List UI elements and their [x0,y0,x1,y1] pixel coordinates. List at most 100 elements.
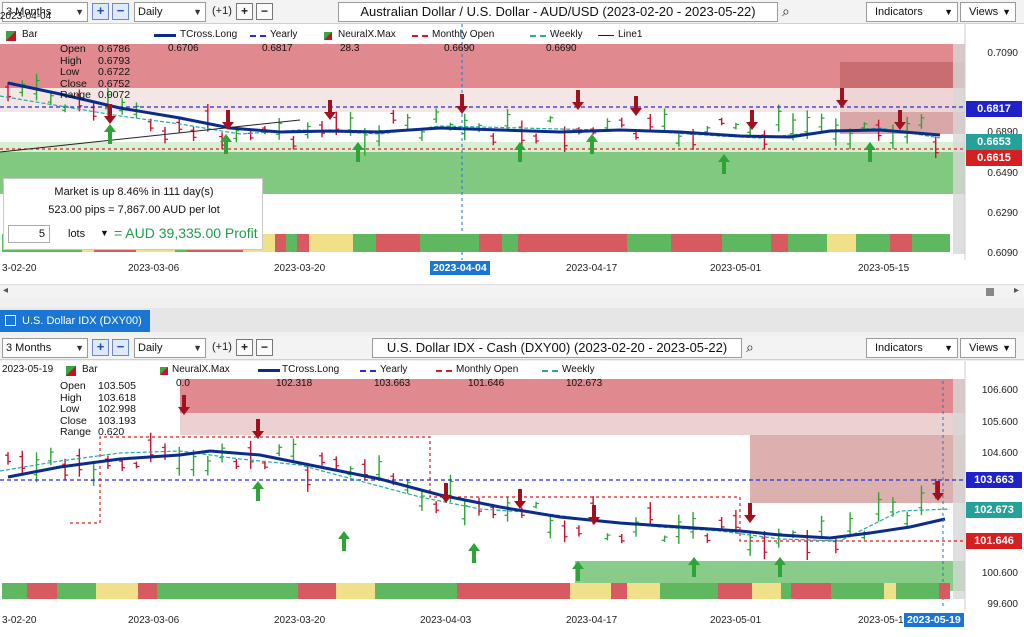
tcross-icon [154,34,176,37]
legend-tcross: TCross.Long [180,29,238,40]
chevron-down-icon: ▼ [75,343,84,353]
neuralx-segment [420,234,448,252]
resistance-zone-light [0,88,965,112]
weekly-icon [542,370,558,372]
date-tick: 2023-04-17 [566,615,618,626]
chart-icon [5,315,16,326]
range-value: 0.0072 [98,89,131,101]
top-toolbar: 3 Months ▼ + − Daily ▼ (+1) + − Australian… [0,0,1024,24]
lots-input[interactable]: 5 [8,225,50,243]
neuralx-segment [861,583,884,599]
bottom-add-button[interactable]: + [236,339,253,356]
neuralx-segment [286,234,297,252]
sell-signal-arrow [328,100,332,112]
bottom-period-select[interactable]: 3 Months ▼ [2,338,88,358]
date-tick: 2023-05-1 [858,615,904,626]
legend-weekly: Weekly [550,29,583,40]
bottom-remove-button[interactable]: − [256,339,273,356]
neuralx-segment [297,234,309,252]
buy-signal-arrow [356,150,360,162]
chevron-down-icon: ▼ [944,343,953,353]
top-add-button[interactable]: + [236,3,253,20]
bottom-views-label: Views [969,342,999,354]
chevron-down-icon: ▼ [1002,7,1011,17]
neuralx-segment [518,234,564,252]
price-tick: 0.7090 [987,48,1018,59]
top-zoom-in-button[interactable]: + [92,3,109,20]
neuralx-segment [548,583,570,599]
bottom-zoom-out-button[interactable]: − [112,339,129,356]
bottom-indicators-dropdown[interactable]: Indicators ▼ [866,338,958,358]
price-tick: 0.6090 [987,248,1018,259]
scroll-left-icon[interactable]: ◂ [3,285,8,296]
neuralx-segment [781,583,791,599]
profit-text: = AUD 39,335.00 Profit [114,225,258,241]
yearly-value: 0.6817 [262,43,293,54]
pips-text: 523.00 pips = 7,867.00 AUD per lot [48,204,220,216]
price-tick: 0.6290 [987,208,1018,219]
top-interval-select[interactable]: Daily ▼ [134,2,206,22]
tab-dxy[interactable]: U.S. Dollar IDX (DXY00) [0,310,150,332]
cursor-date-badge: 2023-04-04 [430,261,490,275]
legend-tcross: TCross.Long [282,364,340,375]
buy-signal-arrow [472,551,476,563]
neuralx-segment [298,583,327,599]
yearly-icon [250,35,266,37]
buy-signal-head [104,124,116,132]
tcross-value: 0.6706 [168,43,199,54]
buy-signal-arrow [576,569,580,581]
buy-signal-arrow [868,150,872,162]
bottom-indicators-label: Indicators [875,342,923,354]
bottom-zoom-in-button[interactable]: + [92,339,109,356]
top-zoom-out-button[interactable]: − [112,3,129,20]
price-tick: 105.600 [981,417,1018,428]
neuralx-segment [606,234,627,252]
date-tick: 2023-05-01 [710,615,762,626]
bottom-interval-select[interactable]: Daily ▼ [134,338,206,358]
bottom-views-dropdown[interactable]: Views ▼ [960,338,1016,358]
yearly-price-badge: 0.6817 [966,101,1022,117]
bar-icon [6,31,16,41]
legend-bar: Bar [22,29,38,40]
top-views-dropdown[interactable]: Views ▼ [960,2,1016,22]
monthly-icon [436,370,452,372]
date-tick: 2023-05-15 [858,263,910,274]
price-tick: 106.600 [981,385,1018,396]
neuralx-segment [96,583,138,599]
top-remove-button[interactable]: − [256,3,273,20]
search-icon[interactable]: ⌕ [746,339,754,356]
neuralx-segment [157,583,182,599]
neuralx-segment [939,583,950,599]
top-indicators-dropdown[interactable]: Indicators ▼ [866,2,958,22]
search-icon[interactable]: ⌕ [782,3,790,20]
neuralx-segment [429,583,457,599]
chevron-down-icon[interactable]: ▼ [100,228,109,238]
neuralx-segment [890,234,912,252]
sell-signal-arrow [444,483,448,495]
neuralx-segment [678,583,718,599]
neuralx-segment [309,234,353,252]
top-views-label: Views [969,6,999,18]
scroll-right-icon[interactable]: ▸ [1014,285,1019,296]
top-offset-label: (+1) [212,5,232,17]
neuralx-segment [841,583,861,599]
weekly-value: 102.673 [566,378,603,389]
sell-signal-arrow [898,110,902,122]
chevron-down-icon: ▼ [75,7,84,17]
date-tick: 2023-04-03 [420,615,472,626]
neuralx-segment [896,583,939,599]
bottom-price-chart[interactable] [0,361,1024,637]
top-interval-value: Daily [138,6,163,18]
price-tick: 0.6490 [987,168,1018,179]
neuralx-segment [660,583,678,599]
neuralx-value: 0.0 [176,378,190,389]
top-ohlc-readout: Open 0.6786 High 0.6793 Low 0.6722 Close 0.6… [60,43,140,102]
date-tick: 2023-05-01 [710,263,762,274]
close-label: Close [60,77,87,90]
neuralx-segment [884,583,896,599]
sell-signal-head [744,515,756,523]
scrollbar-thumb[interactable] [986,288,994,296]
legend-neuralx: NeuralX.Max [172,364,230,375]
top-scrollbar[interactable]: ◂ ▸ [0,284,1024,298]
buy-signal-arrow [108,132,112,144]
